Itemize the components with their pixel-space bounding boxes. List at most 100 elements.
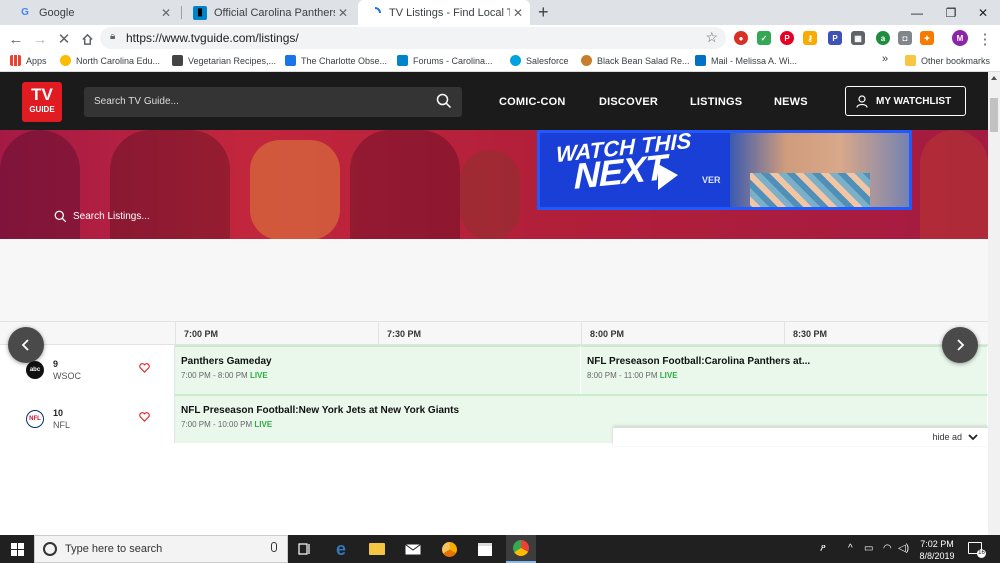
menu-kebab-icon[interactable]: ⋮ [975,29,995,49]
scroll-left-button[interactable] [8,327,44,363]
live-badge: LIVE [254,420,273,429]
program-cell[interactable]: NFL Preseason Football:Carolina Panthers… [581,345,988,394]
channel-info[interactable]: NFL 10 NFL [0,394,175,443]
forward-icon[interactable]: → [30,29,50,49]
people-icon[interactable]: ዖ [820,543,826,554]
heart-icon[interactable] [139,412,150,422]
hero-figure [250,140,340,239]
tab-google[interactable]: G Google ✕ [8,0,178,25]
program-title: Panthers Gameday [181,356,272,367]
tv-guide-logo[interactable]: TV GUIDE [22,82,62,122]
tab-tv-listings[interactable]: TV Listings - Find Local TV Shows ✕ [358,0,530,25]
extension-icon[interactable]: ▦ [851,31,865,45]
key-icon[interactable]: ⚷ [803,31,817,45]
program-meta: 8:00 PM - 11:00 PM LIVE [587,371,678,380]
heart-icon[interactable] [139,363,150,373]
other-bookmarks[interactable]: Other bookmarks [905,55,990,66]
browser-toolbar: ← → ✕ 🔒︎ https://www.tvguide.com/listing… [0,25,1000,52]
home-icon[interactable] [77,29,97,49]
bookmark-item[interactable]: Mail - Melissa A. Wi... [695,55,797,66]
stop-loading-icon[interactable]: ✕ [54,29,74,49]
taskbar-search-placeholder: Type here to search [65,543,163,555]
microphone-icon[interactable] [271,542,277,552]
hide-ad-button[interactable]: hide ad [932,432,962,442]
nav-comic-con[interactable]: COMIC-CON [499,96,566,108]
minimize-icon[interactable]: — [900,0,934,25]
scroll-right-button[interactable] [942,327,978,363]
panthers-icon: ▮ [193,5,207,20]
edge-browser-icon[interactable]: e [326,535,356,563]
hero-figure [460,150,520,239]
listings-search-input[interactable]: Search Listings... [54,210,150,223]
site-search-input[interactable]: Search TV Guide... [84,87,462,117]
salesforce-cloud-icon [510,55,521,66]
close-tab-icon[interactable]: ✕ [510,6,526,20]
bookmark-apps[interactable]: Apps [10,55,47,66]
extension-icon[interactable]: ● [734,31,748,45]
url-text: https://www.tvguide.com/listings/ [126,31,299,45]
hero-figure [350,130,460,239]
bookmark-star-icon[interactable]: ☆ [705,29,718,46]
extension-icon[interactable]: ✦ [920,31,934,45]
program-cell[interactable]: Panthers Gameday 7:00 PM - 8:00 PM LIVE [175,345,581,394]
mail-icon[interactable] [398,535,428,563]
bookmark-item[interactable]: North Carolina Edu... [60,55,160,66]
nav-listings[interactable]: LISTINGS [690,96,742,108]
camera-icon[interactable]: ◘ [898,31,912,45]
site-header: TV GUIDE Search TV Guide... COMIC-CON DI… [0,72,988,130]
scrollbar-thumb[interactable] [990,98,998,132]
nav-news[interactable]: NEWS [774,96,808,108]
battery-icon[interactable]: ▭ [864,543,873,554]
nav-discover[interactable]: DISCOVER [599,96,658,108]
task-view-icon[interactable] [290,535,320,563]
bookmark-item[interactable]: Vegetarian Recipes,... [172,55,276,66]
start-button[interactable] [0,535,34,563]
time-header-row: 7:00 PM 7:30 PM 8:00 PM 8:30 PM [0,321,988,346]
extension-icon[interactable]: P [828,31,842,45]
volume-icon[interactable]: ◁) [898,543,909,554]
taskbar-search-box[interactable]: Type here to search [34,535,288,563]
chevron-up-icon[interactable]: ^ [848,543,853,554]
hero-figure [920,130,988,239]
scroll-up-arrow-icon[interactable] [991,76,997,80]
chevron-right-icon [957,339,965,351]
bookmark-item[interactable]: Black Bean Salad Re... [581,55,690,66]
new-tab-button[interactable]: + [538,2,549,23]
close-window-icon[interactable]: ✕ [966,0,1000,25]
program-title: NFL Preseason Football:New York Jets at … [181,405,460,416]
my-watchlist-button[interactable]: MY WATCHLIST [845,86,966,116]
bookmark-item[interactable]: Salesforce [510,55,569,66]
address-bar[interactable]: 🔒︎ https://www.tvguide.com/listings/ ☆ [100,27,726,49]
wifi-icon[interactable]: ◠ [883,543,892,554]
store-icon[interactable] [470,535,500,563]
notification-count: 16 [977,549,986,558]
bookmark-item[interactable]: The Charlotte Obse... [285,55,387,66]
bookmarks-overflow-button[interactable]: » [882,53,888,65]
chrome-icon[interactable] [506,535,536,563]
channel-number: 9 [53,359,59,369]
chrome-canary-icon[interactable] [434,535,464,563]
close-tab-icon[interactable]: ✕ [335,6,351,20]
bookmark-item[interactable]: Forums - Carolina... [397,55,493,66]
chevron-down-icon[interactable] [968,433,978,441]
restore-icon[interactable]: ❐ [934,0,968,25]
pinterest-icon[interactable]: P [780,31,794,45]
tab-title: Official Carolina Panthers at Chic [214,6,335,19]
tab-panthers[interactable]: ▮ Official Carolina Panthers at Chic ✕ [183,0,355,25]
nfl-network-logo: NFL [26,410,44,428]
back-icon[interactable]: ← [6,29,26,49]
browser-tab-strip: G Google ✕ ▮ Official Carolina Panthers … [0,0,1000,25]
hero-banner: WATCH THIS NEXT VER Search Listings... [0,130,988,239]
close-tab-icon[interactable]: ✕ [158,6,174,20]
file-explorer-icon[interactable] [362,535,392,563]
extension-icon[interactable]: ✓ [757,31,771,45]
profile-avatar[interactable]: M [952,30,968,46]
tab-divider [181,6,182,19]
taskbar-clock[interactable]: 7:02 PM 8/8/2019 [912,538,962,562]
search-icon[interactable] [436,93,452,112]
notification-center-icon[interactable]: 16 [968,542,986,558]
watch-this-next-promo[interactable]: WATCH THIS NEXT VER [537,130,912,210]
channel-callsign: NFL [53,420,71,430]
page-scrollbar[interactable] [988,72,1000,535]
extension-icon[interactable]: a [876,31,890,45]
